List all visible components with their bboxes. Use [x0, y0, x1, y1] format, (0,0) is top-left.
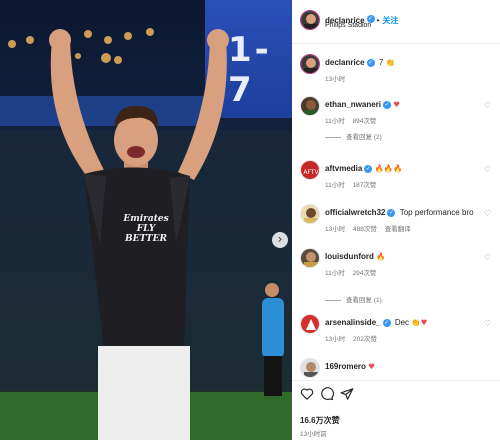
post-image: 1-7 Emirates FLY BETTER ›: [0, 0, 292, 440]
divider: [325, 299, 341, 301]
heart-outline-icon[interactable]: ♡: [484, 253, 491, 262]
heart-emoji: ♥: [393, 100, 400, 109]
avatar[interactable]: [300, 358, 320, 378]
comment-likes[interactable]: 202次赞: [353, 336, 377, 343]
see-translation-link[interactable]: 查看翻译: [385, 226, 411, 233]
verified-badge-icon: ✓: [366, 58, 375, 67]
comment-likes[interactable]: 488次赞: [353, 226, 377, 233]
aftv-logo-text: AFTV: [303, 169, 319, 176]
verified-badge-icon: ✓: [382, 318, 391, 327]
view-replies-button[interactable]: 查看回复 (2): [325, 131, 382, 141]
comment-time: 11小时: [325, 182, 345, 189]
comment-likes[interactable]: 187次赞: [353, 182, 377, 189]
avatar[interactable]: [300, 248, 320, 268]
avatar[interactable]: [300, 204, 320, 224]
comment-likes[interactable]: 894次赞: [353, 118, 377, 125]
clap-heart-emoji: 👏♥: [411, 318, 428, 327]
comments-list[interactable]: declanrice ✓ 7 👏 13小时 ethan_nwaneri ✓ ♥ 11…: [292, 44, 500, 380]
comment-time: 11小时: [325, 118, 345, 125]
comment-text: Dec: [394, 318, 410, 327]
comment-text: 7: [378, 58, 384, 67]
avatar[interactable]: [300, 54, 320, 74]
heart-outline-icon[interactable]: ♡: [484, 209, 491, 218]
avatar[interactable]: [300, 96, 320, 116]
fire-emoji: 🔥🔥🔥: [374, 164, 403, 173]
list-item: ethan_nwaneri ✓ ♥ 11小时 894次赞 ♡ 查看回复 (2): [292, 96, 500, 141]
avatar[interactable]: [300, 314, 320, 334]
comment-time: 11小时: [325, 270, 345, 277]
comment-button[interactable]: [320, 387, 335, 401]
chevron-right-icon: ›: [277, 232, 283, 246]
avatar[interactable]: [300, 10, 320, 30]
comment-username[interactable]: louisdunford: [325, 252, 374, 261]
comment-username[interactable]: officialwretch32: [325, 208, 385, 217]
list-item: officialwretch32 ✓ Top performance bro 13…: [292, 204, 500, 234]
heart-outline-icon[interactable]: ♡: [484, 319, 491, 328]
view-replies-label: 查看回复 (1): [346, 297, 382, 304]
share-button[interactable]: [340, 387, 354, 401]
separator-dot: •: [376, 16, 380, 25]
post-header: declanrice ✓ • 关注 Philips Stadion: [292, 0, 500, 44]
list-item: 169romero ♥: [292, 358, 500, 380]
comment-icon: [321, 387, 335, 401]
avatar[interactable]: AFTV: [300, 160, 320, 180]
view-replies-label: 查看回复 (2): [346, 134, 382, 141]
heart-outline-icon[interactable]: ♡: [484, 165, 491, 174]
heart-icon: [300, 388, 314, 400]
post-details-panel: declanrice ✓ • 关注 Philips Stadion declanric…: [292, 0, 500, 440]
comment-likes[interactable]: 294次赞: [353, 270, 377, 277]
comment-username[interactable]: 169romero: [325, 362, 366, 371]
share-icon: [340, 388, 354, 400]
like-button[interactable]: [300, 387, 314, 401]
heart-outline-icon[interactable]: ♡: [484, 101, 491, 110]
fire-emoji: 🔥: [376, 252, 386, 261]
comment-time: 13小时: [325, 336, 346, 343]
view-replies-button[interactable]: 查看回复 (1): [325, 294, 382, 304]
post-actions: 16.6万次赞 13小时前: [292, 380, 500, 440]
verified-badge-icon: ✓: [387, 208, 396, 217]
follow-button[interactable]: 关注: [382, 16, 398, 25]
comment-text: Top performance bro: [399, 208, 474, 217]
divider: [325, 136, 341, 138]
list-item: louisdunford 🔥 11小时 294次赞 ♡ 查看回复 (1): [292, 248, 500, 304]
list-item: AFTV aftvmedia ✓ 🔥🔥🔥 11小时 187次赞 ♡: [292, 160, 500, 190]
comment-time: 13小时: [325, 226, 346, 233]
post-location[interactable]: Philips Stadion: [325, 22, 371, 29]
comment-time: 13小时: [325, 76, 346, 83]
verified-badge-icon: ✓: [383, 100, 392, 109]
comment-username[interactable]: declanrice: [325, 58, 365, 67]
heart-emoji: ♥: [368, 362, 375, 371]
next-photo-button[interactable]: ›: [272, 232, 288, 248]
verified-badge-icon: ✓: [364, 164, 373, 173]
list-item: arsenalinside_ ✓ Dec 👏♥ 13小时 202次赞 ♡: [292, 314, 500, 344]
clap-emoji: 👏: [385, 58, 395, 67]
post-time: 13小时前: [300, 431, 327, 438]
comment-username[interactable]: arsenalinside_: [325, 318, 381, 327]
comment-username[interactable]: ethan_nwaneri: [325, 100, 381, 109]
comment-username[interactable]: aftvmedia: [325, 164, 362, 173]
like-count[interactable]: 16.6万次赞: [300, 415, 340, 426]
jersey-sponsor: Emirates FLY BETTER: [123, 214, 169, 244]
caption: declanrice ✓ 7 👏 13小时: [292, 54, 500, 84]
